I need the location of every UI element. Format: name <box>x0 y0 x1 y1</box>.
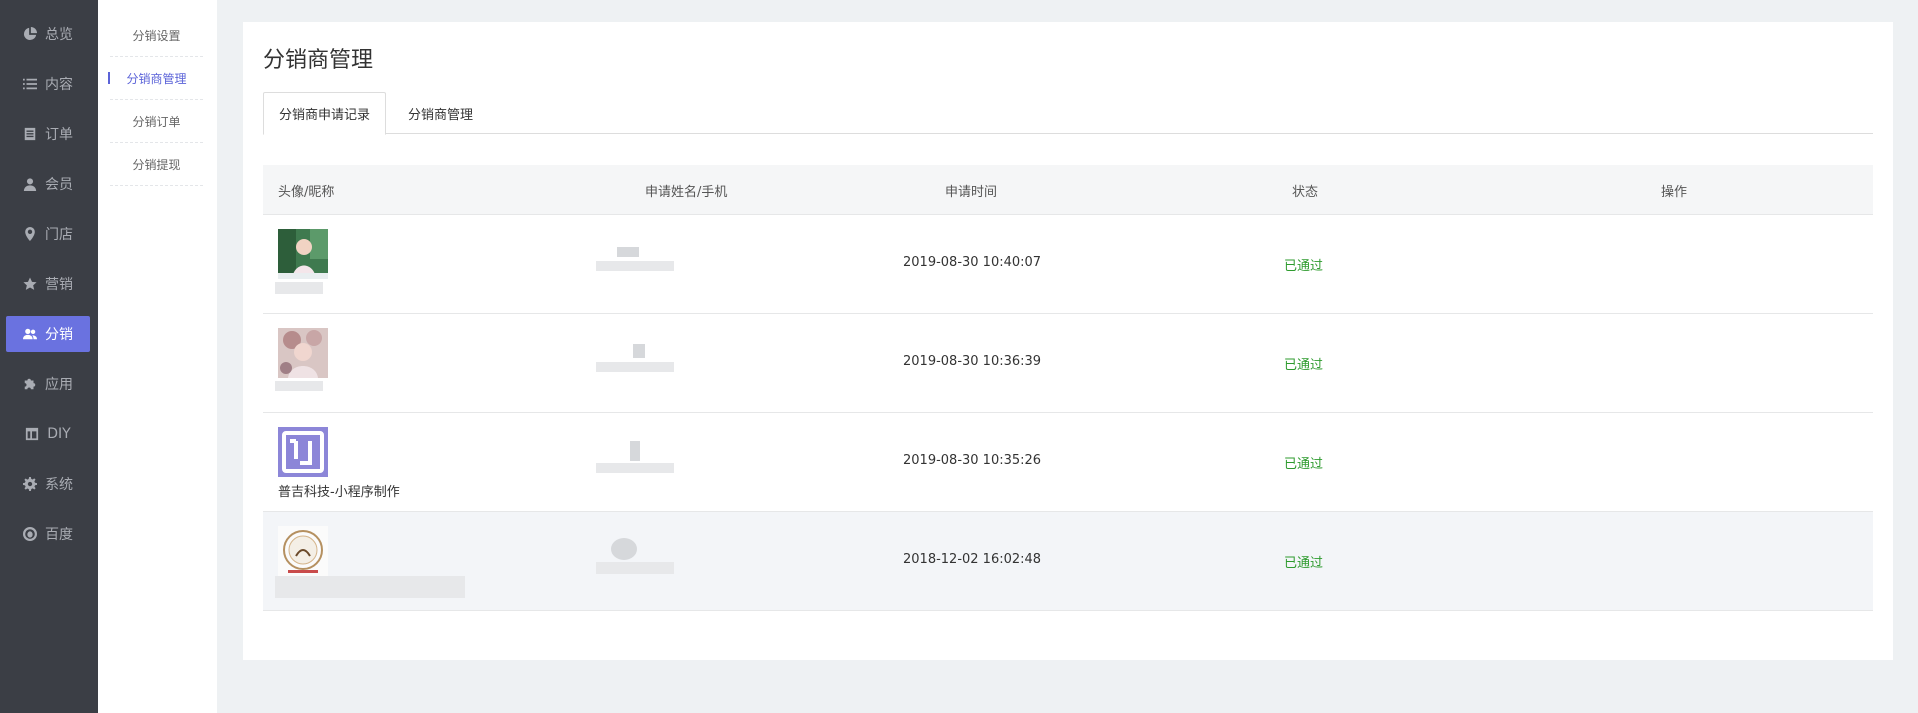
star-icon <box>23 277 37 291</box>
redacted-nickname <box>275 381 323 391</box>
nav-item-distribution[interactable]: 分销 <box>6 316 90 352</box>
redacted-phone <box>596 562 674 574</box>
tab-distributor-management[interactable]: 分销商管理 <box>393 92 488 135</box>
gear-icon <box>23 477 37 491</box>
col-header-status: 状态 <box>1292 184 1319 200</box>
nav-item-marketing[interactable]: 营销 <box>6 266 90 302</box>
redacted-nickname <box>275 282 323 294</box>
nav-item-overview[interactable]: 总览 <box>6 16 90 52</box>
nav-label: DIY <box>47 426 71 442</box>
document-icon <box>23 127 37 141</box>
nav-label: 订单 <box>45 127 73 143</box>
redacted-nickname <box>275 576 465 598</box>
nickname: 普吉科技-小程序制作 <box>278 485 400 500</box>
nav-label: 应用 <box>45 377 73 393</box>
sub-sidebar: 分销设置 分销商管理 分销订单 分销提现 <box>98 0 217 713</box>
nav-item-content[interactable]: 内容 <box>6 66 90 102</box>
avatar <box>278 427 328 477</box>
col-header-name-phone: 申请姓名/手机 <box>645 184 728 200</box>
nav-item-baidu[interactable]: 百度 <box>6 516 90 552</box>
col-header-avatar: 头像/昵称 <box>278 184 335 200</box>
subnav-item-orders[interactable]: 分销订单 <box>110 100 203 143</box>
nav-label: 百度 <box>45 527 73 543</box>
list-icon <box>23 77 37 91</box>
redacted-name <box>633 344 645 358</box>
status-badge: 已通过 <box>1284 358 1324 373</box>
table-header: 头像/昵称 申请姓名/手机 申请时间 状态 操作 <box>263 165 1873 215</box>
user-icon <box>23 177 37 191</box>
avatar <box>278 526 328 576</box>
nav-label: 会员 <box>45 177 73 193</box>
col-header-action: 操作 <box>1661 184 1688 200</box>
subnav-item-settings[interactable]: 分销设置 <box>110 14 203 57</box>
main-card: 分销商管理 分销商申请记录 分销商管理 头像/昵称 申请姓名/手机 申请时间 状… <box>243 22 1893 660</box>
page-title: 分销商管理 <box>263 48 374 73</box>
users-icon <box>23 327 37 341</box>
status-badge: 已通过 <box>1284 259 1324 274</box>
redacted-phone <box>596 463 674 473</box>
pie-chart-icon <box>23 27 37 41</box>
col-header-time: 申请时间 <box>945 184 998 200</box>
redacted-name <box>611 538 637 560</box>
nav-item-stores[interactable]: 门店 <box>6 216 90 252</box>
status-badge: 已通过 <box>1284 457 1324 472</box>
table-row: 2018-12-02 16:02:48 已通过 <box>263 512 1873 611</box>
apply-time: 2019-08-30 10:36:39 <box>903 354 1042 369</box>
nav-item-orders[interactable]: 订单 <box>6 116 90 152</box>
status-badge: 已通过 <box>1284 556 1324 571</box>
avatar <box>278 328 328 378</box>
redacted-phone <box>596 261 674 271</box>
nav-item-apps[interactable]: 应用 <box>6 366 90 402</box>
nav-label: 分销 <box>45 327 73 343</box>
nav-label: 总览 <box>45 27 73 43</box>
nav-label: 营销 <box>45 277 73 293</box>
subnav-item-withdrawals[interactable]: 分销提现 <box>110 143 203 186</box>
main-sidebar: 总览 内容 订单 会员 门店 营销 分销 应用 DIY 系统 百度 <box>0 0 98 713</box>
nav-item-members[interactable]: 会员 <box>6 166 90 202</box>
nav-item-system[interactable]: 系统 <box>6 466 90 502</box>
table-row: 2019-08-30 10:40:07 已通过 <box>263 215 1873 314</box>
avatar <box>278 229 328 279</box>
nav-label: 门店 <box>45 227 73 243</box>
redacted-name <box>630 441 640 461</box>
apply-time: 2019-08-30 10:40:07 <box>903 255 1042 270</box>
table-row: 普吉科技-小程序制作 2019-08-30 10:35:26 已通过 <box>263 413 1873 512</box>
subnav-item-distributor-management[interactable]: 分销商管理 <box>108 57 203 100</box>
apply-time: 2019-08-30 10:35:26 <box>903 453 1042 468</box>
nav-label: 内容 <box>45 77 73 93</box>
table-row: 2019-08-30 10:36:39 已通过 <box>263 314 1873 413</box>
apply-time: 2018-12-02 16:02:48 <box>903 552 1042 567</box>
nav-item-diy[interactable]: DIY <box>6 416 90 452</box>
redacted-phone <box>596 362 674 372</box>
nav-label: 系统 <box>45 477 73 493</box>
map-pin-icon <box>23 227 37 241</box>
distributor-table: 头像/昵称 申请姓名/手机 申请时间 状态 操作 2019-08-30 10:4… <box>263 165 1873 611</box>
baidu-icon <box>23 527 37 541</box>
layout-icon <box>25 427 39 441</box>
puzzle-icon <box>23 377 37 391</box>
tab-bar: 分销商申请记录 分销商管理 <box>263 92 1873 135</box>
tab-application-records[interactable]: 分销商申请记录 <box>263 92 387 135</box>
redacted-name <box>617 247 639 257</box>
